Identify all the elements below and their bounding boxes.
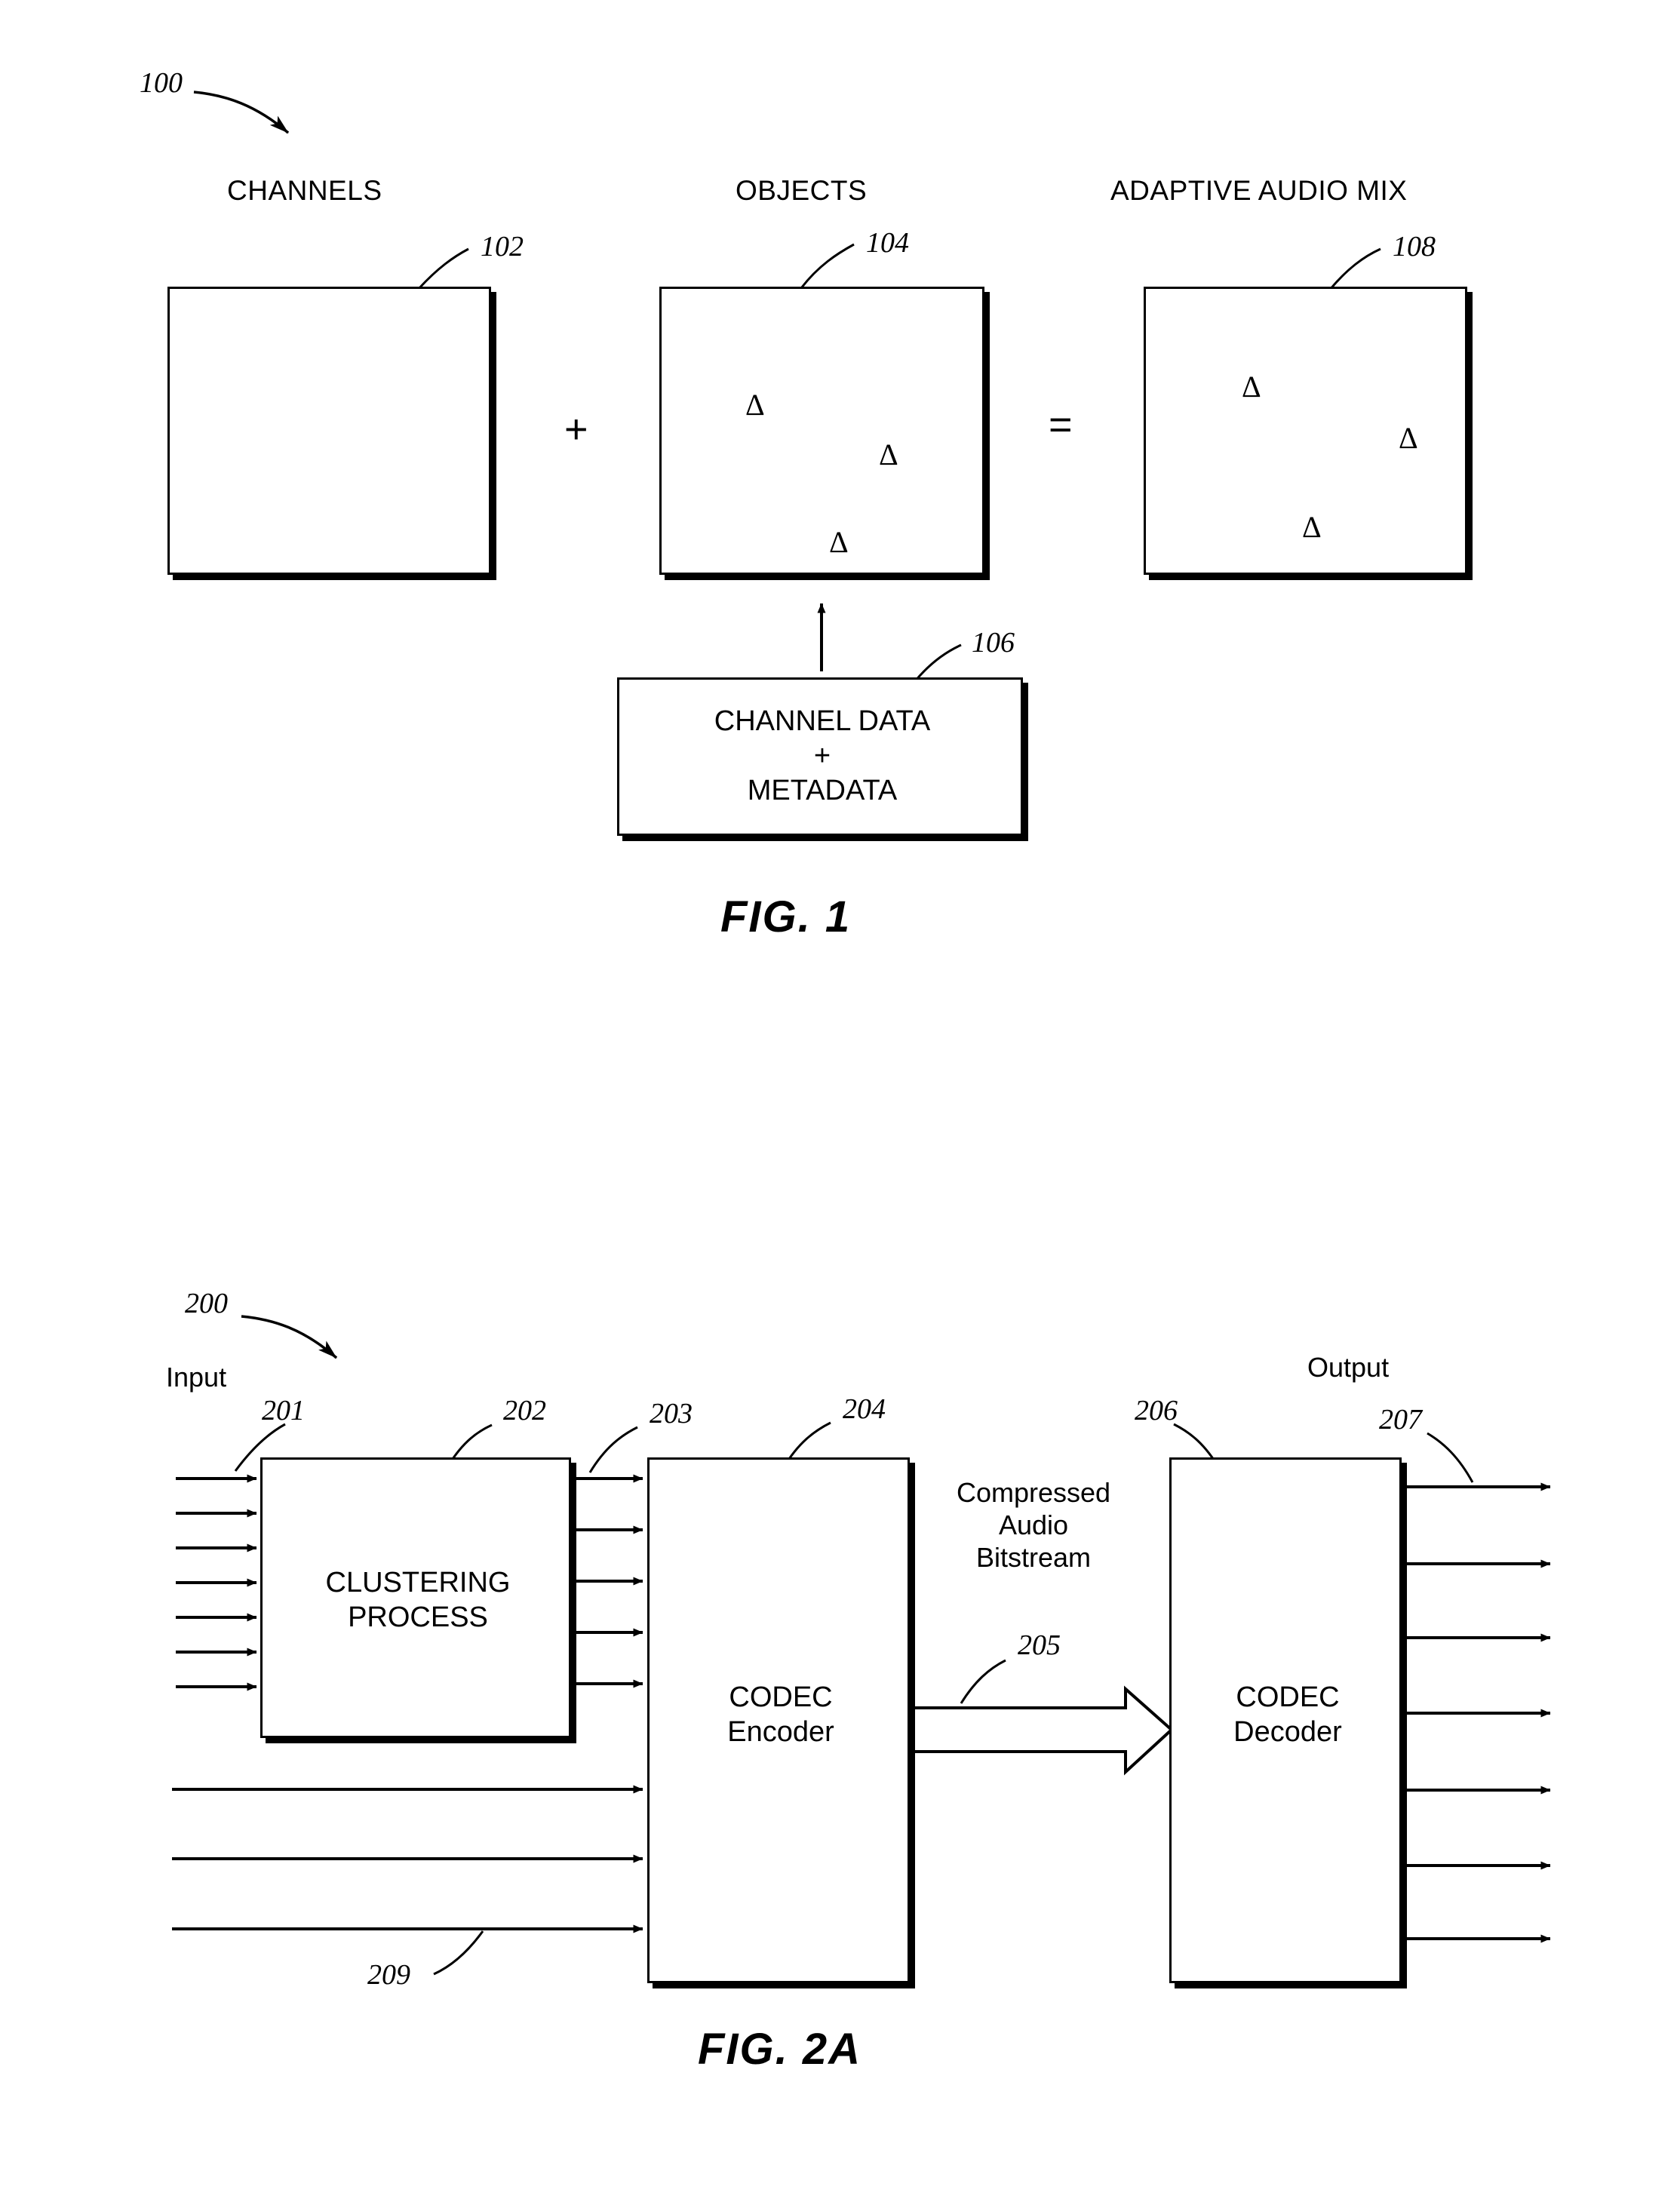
refnum-106: 106	[972, 627, 1015, 659]
clustering-process-block: CLUSTERING PROCESS	[260, 1457, 571, 1738]
caption-channels: CHANNELS	[227, 175, 382, 206]
bitstream-line-2: Audio	[998, 1509, 1069, 1540]
mix-glyph-3: Δ	[1302, 510, 1322, 544]
input-arrow-group	[176, 1474, 257, 1691]
codec-decoder-block: CODEC Decoder	[1169, 1457, 1402, 1983]
refnum-102: 102	[481, 231, 524, 263]
refnum-207: 207	[1379, 1404, 1422, 1436]
refnum-200: 200	[185, 1288, 228, 1319]
object-glyph-2: Δ	[879, 438, 898, 471]
bypass-arrow-group	[172, 1785, 643, 1933]
mix-glyph-1: Δ	[1242, 370, 1261, 404]
decoder-line-2: Decoder	[1233, 1716, 1342, 1748]
clustering-line-2: PROCESS	[348, 1601, 488, 1633]
lead-line-102	[416, 247, 469, 292]
plus-line: +	[813, 740, 831, 772]
clustered-arrow-group	[575, 1474, 643, 1688]
lead-line-100	[193, 91, 290, 134]
lead-line-209	[433, 1930, 484, 1976]
lead-line-104	[800, 243, 855, 289]
operator-plus: +	[564, 407, 588, 452]
fig1-label: FIG. 1	[720, 892, 852, 941]
refnum-202: 202	[503, 1395, 546, 1426]
metadata-line: METADATA	[747, 775, 898, 806]
caption-adaptive-audio-mix: ADAPTIVE AUDIO MIX	[1110, 175, 1408, 206]
lead-line-108	[1328, 247, 1381, 291]
clustering-line-1: CLUSTERING	[325, 1567, 511, 1598]
caption-objects: OBJECTS	[736, 175, 868, 206]
channel-data-line: CHANNEL DATA	[714, 705, 931, 737]
refnum-100: 100	[140, 67, 183, 99]
refnum-104: 104	[866, 227, 909, 259]
lead-line-207	[1427, 1432, 1474, 1483]
encoder-line-1: CODEC	[729, 1681, 833, 1713]
refnum-201: 201	[262, 1395, 305, 1426]
output-arrow-group	[1402, 1482, 1551, 1943]
input-label: Input	[166, 1362, 227, 1393]
refnum-205: 205	[1018, 1629, 1061, 1661]
refnum-203: 203	[650, 1398, 693, 1430]
bitstream-line-3: Bitstream	[975, 1542, 1092, 1573]
compressed-bitstream-block-arrow	[908, 1685, 1174, 1776]
refnum-209: 209	[367, 1959, 410, 1991]
fig2a-label: FIG. 2A	[698, 2025, 862, 2074]
codec-encoder-block: CODEC Encoder	[647, 1457, 910, 1983]
refnum-108: 108	[1393, 231, 1436, 263]
bitstream-line-1: Compressed	[956, 1477, 1111, 1508]
objects-box: Δ Δ Δ	[659, 287, 984, 575]
lead-line-203	[588, 1426, 638, 1473]
refnum-206: 206	[1135, 1395, 1178, 1426]
lead-line-106	[914, 643, 962, 682]
channels-box	[167, 287, 491, 575]
lead-line-205	[960, 1659, 1006, 1704]
channel-data-metadata-box: CHANNEL DATA + METADATA	[617, 677, 1023, 836]
object-glyph-3: Δ	[829, 525, 849, 559]
lead-line-200	[241, 1315, 338, 1359]
compressed-bitstream-label: Compressed Audio Bitstream	[924, 1476, 1143, 1574]
decoder-line-1: CODEC	[1236, 1681, 1340, 1713]
mix-glyph-2: Δ	[1399, 421, 1418, 455]
adaptive-audio-mix-box: Δ Δ Δ	[1144, 287, 1467, 575]
object-glyph-1: Δ	[745, 388, 765, 422]
refnum-204: 204	[843, 1393, 886, 1425]
encoder-line-2: Encoder	[727, 1716, 834, 1748]
patent-figure-sheet: 100 CHANNELS OBJECTS ADAPTIVE AUDIO MIX …	[0, 0, 1680, 2208]
operator-equals: =	[1049, 402, 1073, 447]
output-label: Output	[1307, 1352, 1390, 1383]
